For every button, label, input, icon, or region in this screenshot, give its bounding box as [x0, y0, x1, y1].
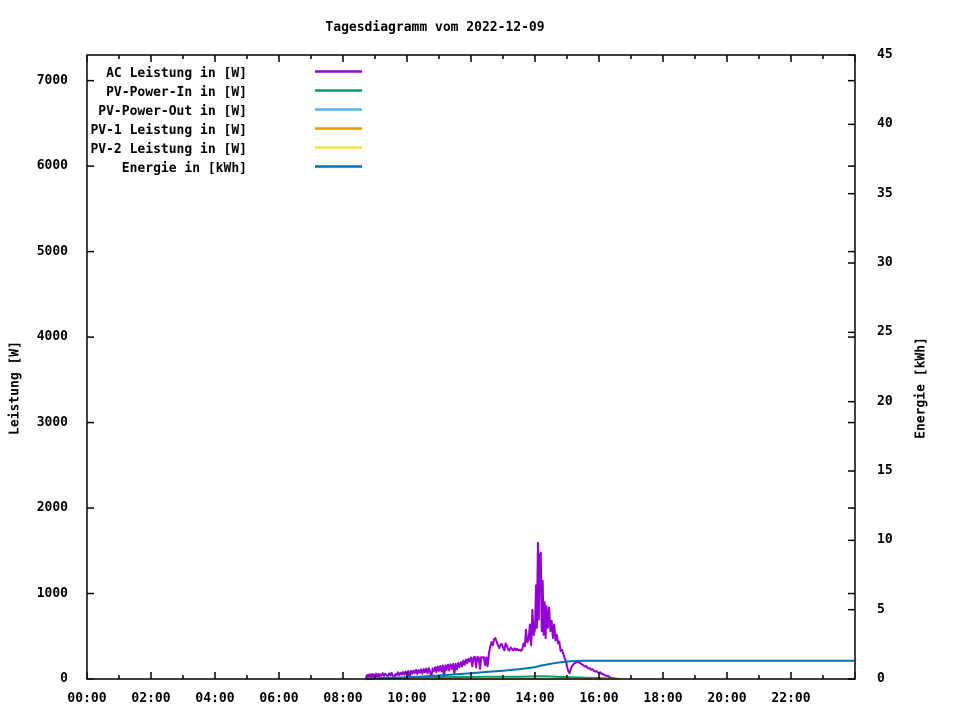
y1-tick-label: 1000 — [37, 587, 68, 601]
legend-item: PV-Power-In in [W] — [87, 81, 387, 100]
y2-tick-label: 30 — [877, 256, 893, 270]
x-tick-label: 04:00 — [183, 692, 247, 706]
x-tick-label: 12:00 — [439, 692, 503, 706]
y2-tick-label: 35 — [877, 187, 893, 201]
legend-item: AC Leistung in [W] — [87, 62, 387, 81]
y2-tick-label: 40 — [877, 117, 893, 131]
y1-tick-label: 7000 — [37, 74, 68, 88]
x-tick-label: 18:00 — [631, 692, 695, 706]
legend-label: Energie in [kWh] — [87, 159, 247, 178]
y2-tick-label: 25 — [877, 325, 893, 339]
y2-tick-label: 45 — [877, 48, 893, 62]
x-tick-label: 08:00 — [311, 692, 375, 706]
y2-tick-label: 10 — [877, 533, 893, 547]
legend: AC Leistung in [W] PV-Power-In in [W] PV… — [87, 62, 387, 176]
x-tick-label: 00:00 — [55, 692, 119, 706]
y2-tick-label: 15 — [877, 464, 893, 478]
legend-item: Energie in [kWh] — [87, 157, 387, 176]
legend-item: PV-2 Leistung in [W] — [87, 138, 387, 157]
y2-tick-label: 20 — [877, 395, 893, 409]
x-tick-label: 06:00 — [247, 692, 311, 706]
y1-tick-label: 6000 — [37, 159, 68, 173]
y1-tick-label: 2000 — [37, 501, 68, 515]
x-tick-label: 10:00 — [375, 692, 439, 706]
legend-item: PV-1 Leistung in [W] — [87, 119, 387, 138]
x-tick-label: 16:00 — [567, 692, 631, 706]
y2-tick-label: 0 — [877, 672, 885, 686]
x-tick-label: 20:00 — [695, 692, 759, 706]
legend-item: PV-Power-Out in [W] — [87, 100, 387, 119]
x-tick-label: 14:00 — [503, 692, 567, 706]
y1-tick-label: 4000 — [37, 330, 68, 344]
y1-tick-label: 0 — [60, 672, 68, 686]
y1-tick-label: 5000 — [37, 245, 68, 259]
series-line — [366, 543, 620, 679]
y2-tick-label: 5 — [877, 603, 885, 617]
x-tick-label: 22:00 — [759, 692, 823, 706]
x-tick-label: 02:00 — [119, 692, 183, 706]
chart-canvas: Tagesdiagramm vom 2022-12-09 Leistung [W… — [0, 0, 960, 720]
y1-tick-label: 3000 — [37, 416, 68, 430]
